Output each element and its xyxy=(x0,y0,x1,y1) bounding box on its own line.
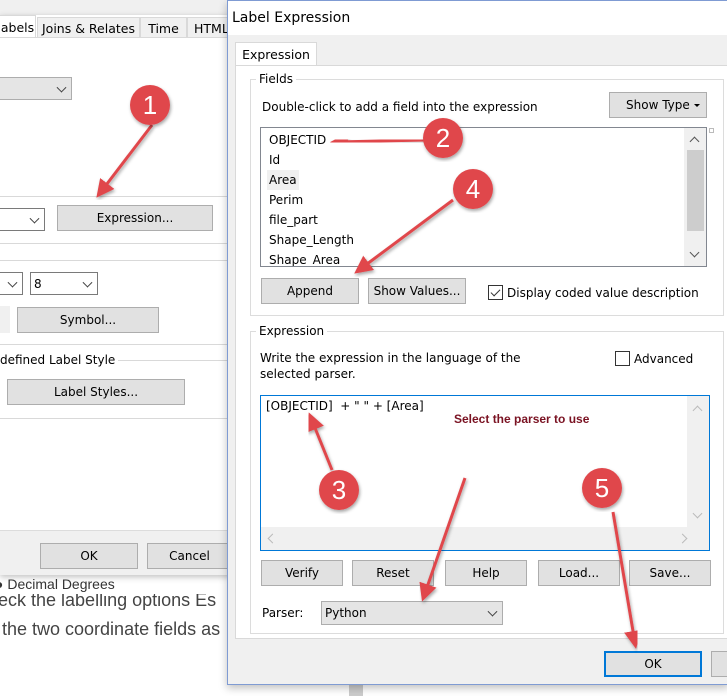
step-number: 3 xyxy=(332,475,346,505)
step-marker-2: 2 xyxy=(423,118,463,158)
step-number: 1 xyxy=(143,90,157,120)
annotation-arrow xyxy=(96,124,154,198)
step-marker-3: 3 xyxy=(319,470,359,510)
step-number: 5 xyxy=(595,473,609,503)
annotation-arrow xyxy=(307,412,334,471)
step-marker-1: 1 xyxy=(130,85,170,125)
annotation-arrow xyxy=(611,511,642,649)
step-marker-4: 4 xyxy=(453,169,493,209)
annotation-arrow xyxy=(419,477,467,602)
step-number: 4 xyxy=(466,174,480,204)
step-marker-5: 5 xyxy=(582,468,622,508)
annotation-arrow xyxy=(330,132,426,151)
step-number: 2 xyxy=(436,123,450,153)
annotation-overlay: 1 2 3 4 5 xyxy=(96,85,642,649)
annotation-arrow xyxy=(354,198,454,274)
